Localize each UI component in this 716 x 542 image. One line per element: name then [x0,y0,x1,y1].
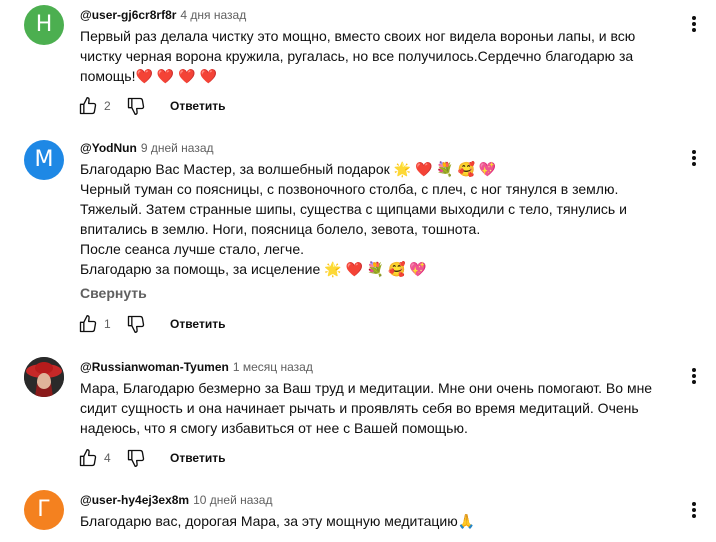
comment-body: @user-hy4ej3ex8m 10 дней назад Благодарю … [80,491,666,531]
comment-time[interactable]: 9 дней назад [141,141,214,155]
thumbs-up-icon [79,97,97,115]
thumbs-up-icon [79,315,97,333]
more-options-icon[interactable] [686,366,702,386]
comment-line: помощь!❤️ ❤️ ❤️ ❤️ [80,68,217,84]
avatar[interactable]: M [24,140,64,180]
thumbs-down-icon [127,449,145,467]
thumbs-down-icon [127,97,145,116]
comment-body: @user-gj6cr8rf8r 4 дня назад Первый раз д… [80,6,666,86]
comment-text: Первый раз делала чистку это мощно, вмес… [80,26,666,86]
more-options-icon[interactable] [686,14,702,34]
more-options-icon[interactable] [686,148,702,168]
comment-time[interactable]: 10 дней назад [193,493,272,507]
thumbs-up-icon [79,449,97,467]
avatar[interactable]: Н [24,5,64,45]
like-button[interactable] [78,448,98,468]
comment-line: Благодарю вас, дорогая Мара, за эту мощн… [80,513,476,529]
comment-line: Черный туман со поясницы, с позвоночного… [80,181,619,197]
author-name[interactable]: @user-hy4ej3ex8m [80,493,189,507]
more-options-icon[interactable] [686,500,702,520]
reply-button[interactable]: Ответить [170,99,225,113]
author-name[interactable]: @user-gj6cr8rf8r [80,8,176,22]
author-name[interactable]: @YodNun [80,141,137,155]
dislike-button[interactable] [126,314,146,334]
comment-line: впитались в землю. Ноги, поясница болело… [80,221,481,237]
avatar[interactable]: Г [24,490,64,530]
thumbs-down-icon [127,315,145,333]
dislike-button[interactable] [126,96,146,116]
comment-text: Благодарю Вас Мастер, за волшебный подар… [80,159,666,279]
comment-line: Мара, Благодарю безмерно за Ваш труд и м… [80,380,653,396]
comment-body: @YodNun 9 дней назад Благодарю Вас Мастер… [80,139,666,303]
comment-time[interactable]: 4 дня назад [180,8,246,22]
comment-line: сидит сущность и она начинает рычать и п… [80,400,639,416]
avatar-photo [24,357,64,397]
reply-button[interactable]: Ответить [170,451,225,465]
comment-line: надеюсь, что я смогу избавиться от нее с… [80,420,468,436]
comment-meta: @user-gj6cr8rf8r 4 дня назад [80,6,666,24]
comment-body: @Russianwoman-Tyumen 1 месяц назад Мара, … [80,358,666,438]
comment-line: Благодарю за помощь, за исцеление 🌟 ❤️ 💐… [80,261,427,277]
comment-meta: @user-hy4ej3ex8m 10 дней назад [80,491,666,509]
dislike-button[interactable] [126,448,146,468]
comment-line: Первый раз делала чистку это мощно, вмес… [80,28,636,44]
like-count: 2 [104,99,111,113]
collapse-button[interactable]: Свернуть [80,283,666,303]
reply-button[interactable]: Ответить [170,317,225,331]
comment-text: Благодарю вас, дорогая Мара, за эту мощн… [80,511,666,531]
comment-line: Благодарю Вас Мастер, за волшебный подар… [80,161,497,177]
comment-text: Мара, Благодарю безмерно за Ваш труд и м… [80,378,666,438]
like-button[interactable] [78,314,98,334]
comment-actions: 2 Ответить [78,94,225,118]
like-count: 1 [104,317,111,331]
comment-line: чистку черная ворона кружила, ругалась, … [80,48,634,64]
comment-meta: @Russianwoman-Tyumen 1 месяц назад [80,358,666,376]
like-count: 4 [104,451,111,465]
author-name[interactable]: @Russianwoman-Tyumen [80,360,229,374]
comment-actions: 1 Ответить [78,312,225,336]
like-button[interactable] [78,96,98,116]
comment-line: Тяжелый. Затем странные шипы, существа с… [80,201,627,217]
comment-meta: @YodNun 9 дней назад [80,139,666,157]
comment-actions: 4 Ответить [78,446,225,470]
comment-line: После сеанса лучше стало, легче. [80,241,305,257]
comment-time[interactable]: 1 месяц назад [233,360,313,374]
avatar[interactable] [24,357,64,397]
